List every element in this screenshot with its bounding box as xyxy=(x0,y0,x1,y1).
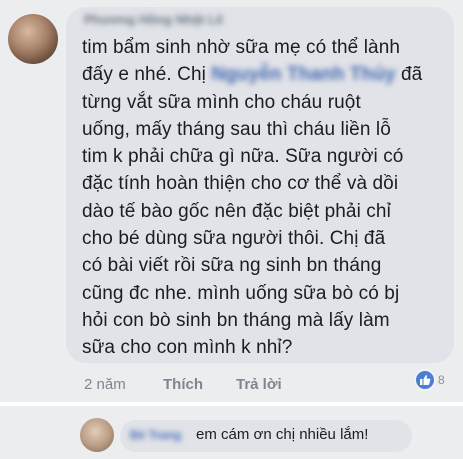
comment-line: tim bẩm sinh nhờ sữa mẹ có thể lành xyxy=(82,37,401,58)
comment-line: tim k phải chữa gì nữa. Sữa người có xyxy=(82,146,404,168)
comment-line-part: đấy e nhé. Chị xyxy=(82,64,212,86)
comment-line: dào tế bào gốc nên đặc biệt phải chỉ xyxy=(82,200,391,222)
reply-author[interactable]: Bé Trang xyxy=(130,428,186,444)
comment-timestamp[interactable]: 2 năm xyxy=(84,376,126,393)
tagged-user-name[interactable]: Nguyễn Thanh Thủy xyxy=(211,64,395,85)
comment-line: hỏi con bò sinh bn tháng mà lấy làm xyxy=(82,309,390,331)
reaction-count: 8 xyxy=(438,373,445,387)
comment-line: đấy e nhé. Chị Nguyễn Thanh Thủy đã xyxy=(82,61,450,88)
comment-line: uống, mấy tháng sau thì cháu liền lỗ xyxy=(82,118,391,140)
reply-text: em cám ơn chị nhiều lắm! xyxy=(196,426,369,443)
reply-avatar[interactable] xyxy=(80,418,114,452)
comment-line: cũng đc nhe. mình uống sữa bò có bj xyxy=(82,282,400,304)
reply-button[interactable]: Trả lời xyxy=(236,376,282,393)
comment-line: cho bé dùng sữa người thôi. Chị đã xyxy=(82,228,386,250)
comment-line: sữa cho con mình k nhỉ? xyxy=(82,337,293,359)
like-button[interactable]: Thích xyxy=(163,376,203,393)
comment-line: có bài viết rồi sữa ng sinh bn tháng xyxy=(82,255,382,277)
comment-author[interactable]: Phương Hồng Nhật Lê xyxy=(84,12,224,30)
comment-line: đặc tính hoàn thiện cho cơ thể và dồi xyxy=(82,173,399,195)
comment-line-part: đã xyxy=(395,64,423,86)
comment-line: từng vắt sữa mình cho cháu ruột xyxy=(82,91,361,113)
divider xyxy=(0,402,463,406)
like-thumb-icon xyxy=(414,369,436,391)
comment-text: tim bẩm sinh nhờ sữa mẹ có thể lành đấy … xyxy=(82,34,450,362)
commenter-avatar[interactable] xyxy=(8,14,58,64)
reaction-summary[interactable]: 8 xyxy=(414,369,456,391)
